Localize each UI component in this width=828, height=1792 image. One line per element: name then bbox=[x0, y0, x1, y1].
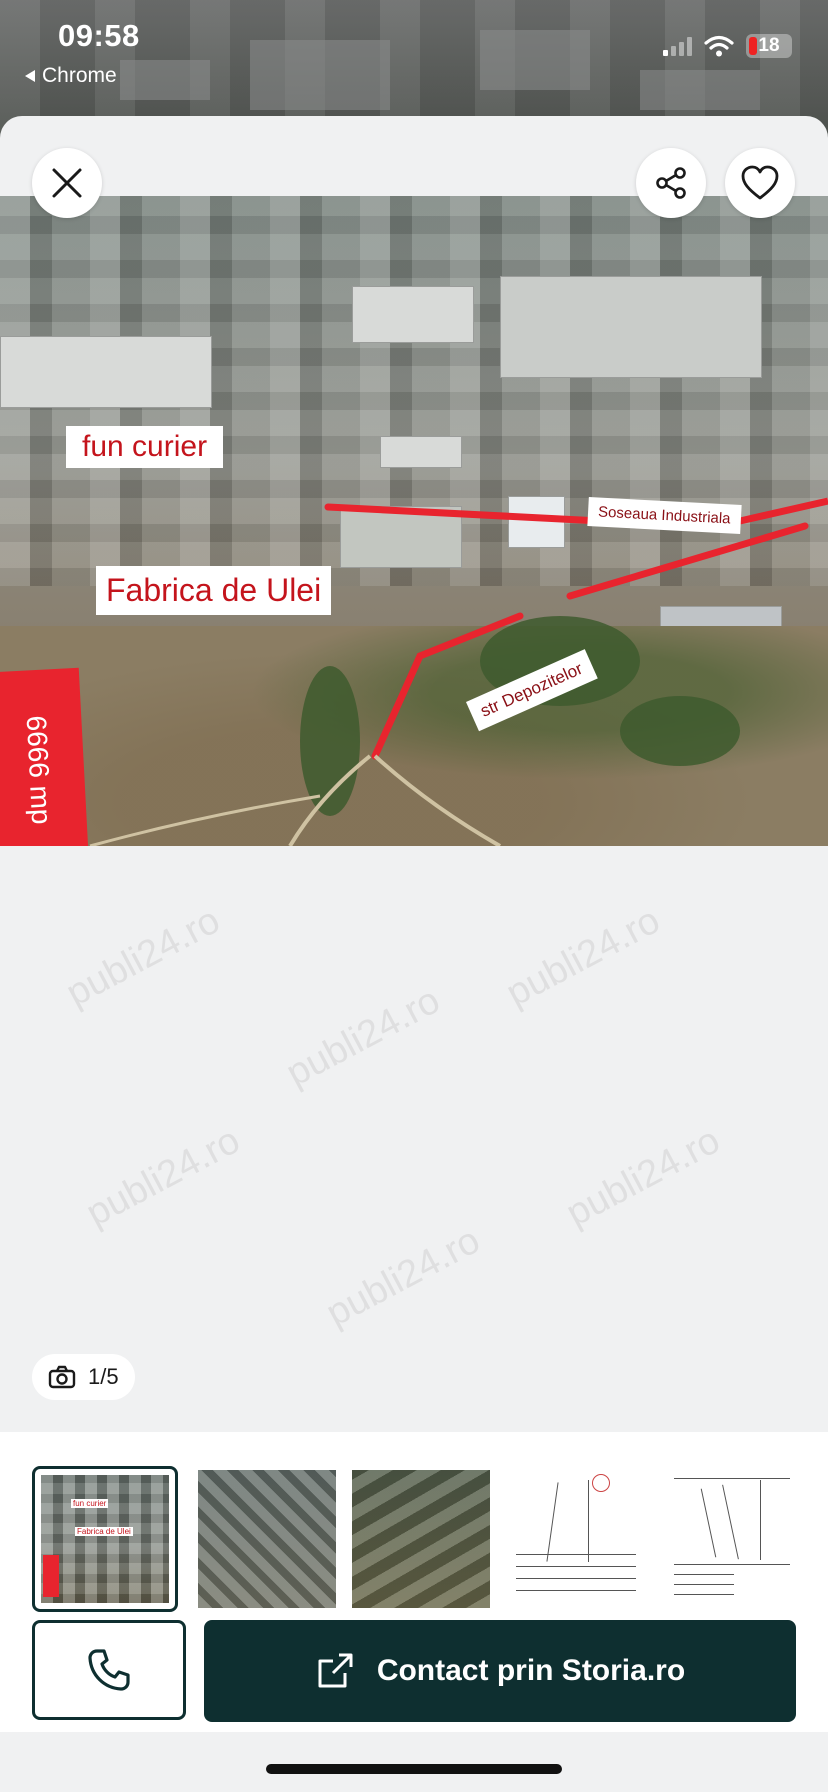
call-button[interactable] bbox=[32, 1620, 186, 1720]
share-icon bbox=[656, 167, 686, 199]
back-app-label: Chrome bbox=[42, 64, 117, 87]
thumbnail-4[interactable] bbox=[508, 1470, 646, 1608]
area-label: 6666 mp bbox=[20, 714, 57, 826]
back-to-app-button[interactable]: Chrome bbox=[24, 64, 117, 88]
status-time: 09:58 bbox=[58, 18, 140, 53]
main-photo[interactable]: fun curier Fabrica de Ulei Soseaua Indus… bbox=[0, 196, 828, 846]
battery-icon: 18 bbox=[746, 34, 792, 58]
watermark: publi24.ro bbox=[79, 1119, 247, 1235]
contact-storia-button[interactable]: Contact prin Storia.ro bbox=[204, 1620, 796, 1722]
phone-icon bbox=[88, 1649, 130, 1691]
thumbnail-3[interactable] bbox=[352, 1470, 490, 1608]
area-badge: 6666 mp bbox=[0, 667, 90, 846]
photo-counter: 1/5 bbox=[32, 1354, 135, 1400]
thumbnail-5[interactable] bbox=[664, 1470, 802, 1608]
close-button[interactable] bbox=[32, 148, 102, 218]
home-indicator[interactable] bbox=[266, 1764, 562, 1774]
camera-icon bbox=[48, 1365, 76, 1389]
watermark: publi24.ro bbox=[59, 899, 227, 1015]
favorite-button[interactable] bbox=[725, 148, 795, 218]
watermark: publi24.ro bbox=[559, 1119, 727, 1235]
label-fun-curier: fun curier bbox=[66, 426, 224, 468]
label-fabrica: Fabrica de Ulei bbox=[96, 566, 332, 615]
heart-icon bbox=[741, 165, 779, 200]
share-button[interactable] bbox=[636, 148, 706, 218]
gallery-sheet: publi24.ro publi24.ro publi24.ro publi24… bbox=[0, 116, 828, 1792]
watermark: publi24.ro bbox=[499, 899, 667, 1015]
back-triangle-icon bbox=[25, 70, 35, 82]
status-indicators: 18 bbox=[663, 34, 792, 58]
photo-counter-text: 1/5 bbox=[88, 1364, 119, 1389]
close-icon bbox=[52, 168, 82, 198]
signal-icon bbox=[663, 36, 692, 56]
external-link-icon bbox=[318, 1653, 353, 1688]
battery-level: 18 bbox=[758, 35, 780, 56]
thumbnail-1[interactable]: fun curier Fabrica de Ulei bbox=[32, 1466, 178, 1612]
watermark: publi24.ro bbox=[279, 979, 447, 1095]
wifi-icon bbox=[704, 35, 734, 57]
watermark: publi24.ro bbox=[319, 1219, 487, 1335]
thumbnail-2[interactable] bbox=[198, 1470, 336, 1608]
contact-label: Contact prin Storia.ro bbox=[376, 1654, 686, 1687]
